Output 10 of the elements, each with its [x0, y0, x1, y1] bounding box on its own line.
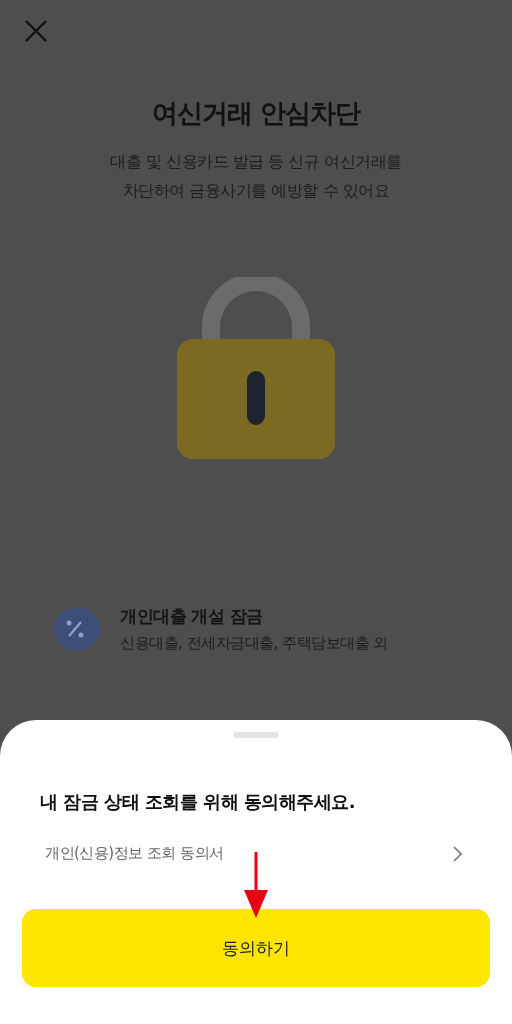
sheet-heading: 내 잠금 상태 조회를 위해 동의해주세요.	[40, 790, 356, 814]
page-title: 여신거래 안심차단	[151, 97, 361, 130]
percent-icon	[54, 608, 100, 650]
lock-item-title: 개인대출 개설 잠금	[120, 605, 264, 628]
close-icon[interactable]	[24, 19, 48, 43]
chevron-right-icon	[453, 845, 462, 862]
down-arrow-icon	[244, 852, 268, 918]
sheet-handle[interactable]	[233, 732, 279, 738]
consent-link[interactable]: 개인(신용)정보 조회 동의서	[45, 844, 462, 863]
agree-button[interactable]: 동의하기	[22, 909, 490, 987]
